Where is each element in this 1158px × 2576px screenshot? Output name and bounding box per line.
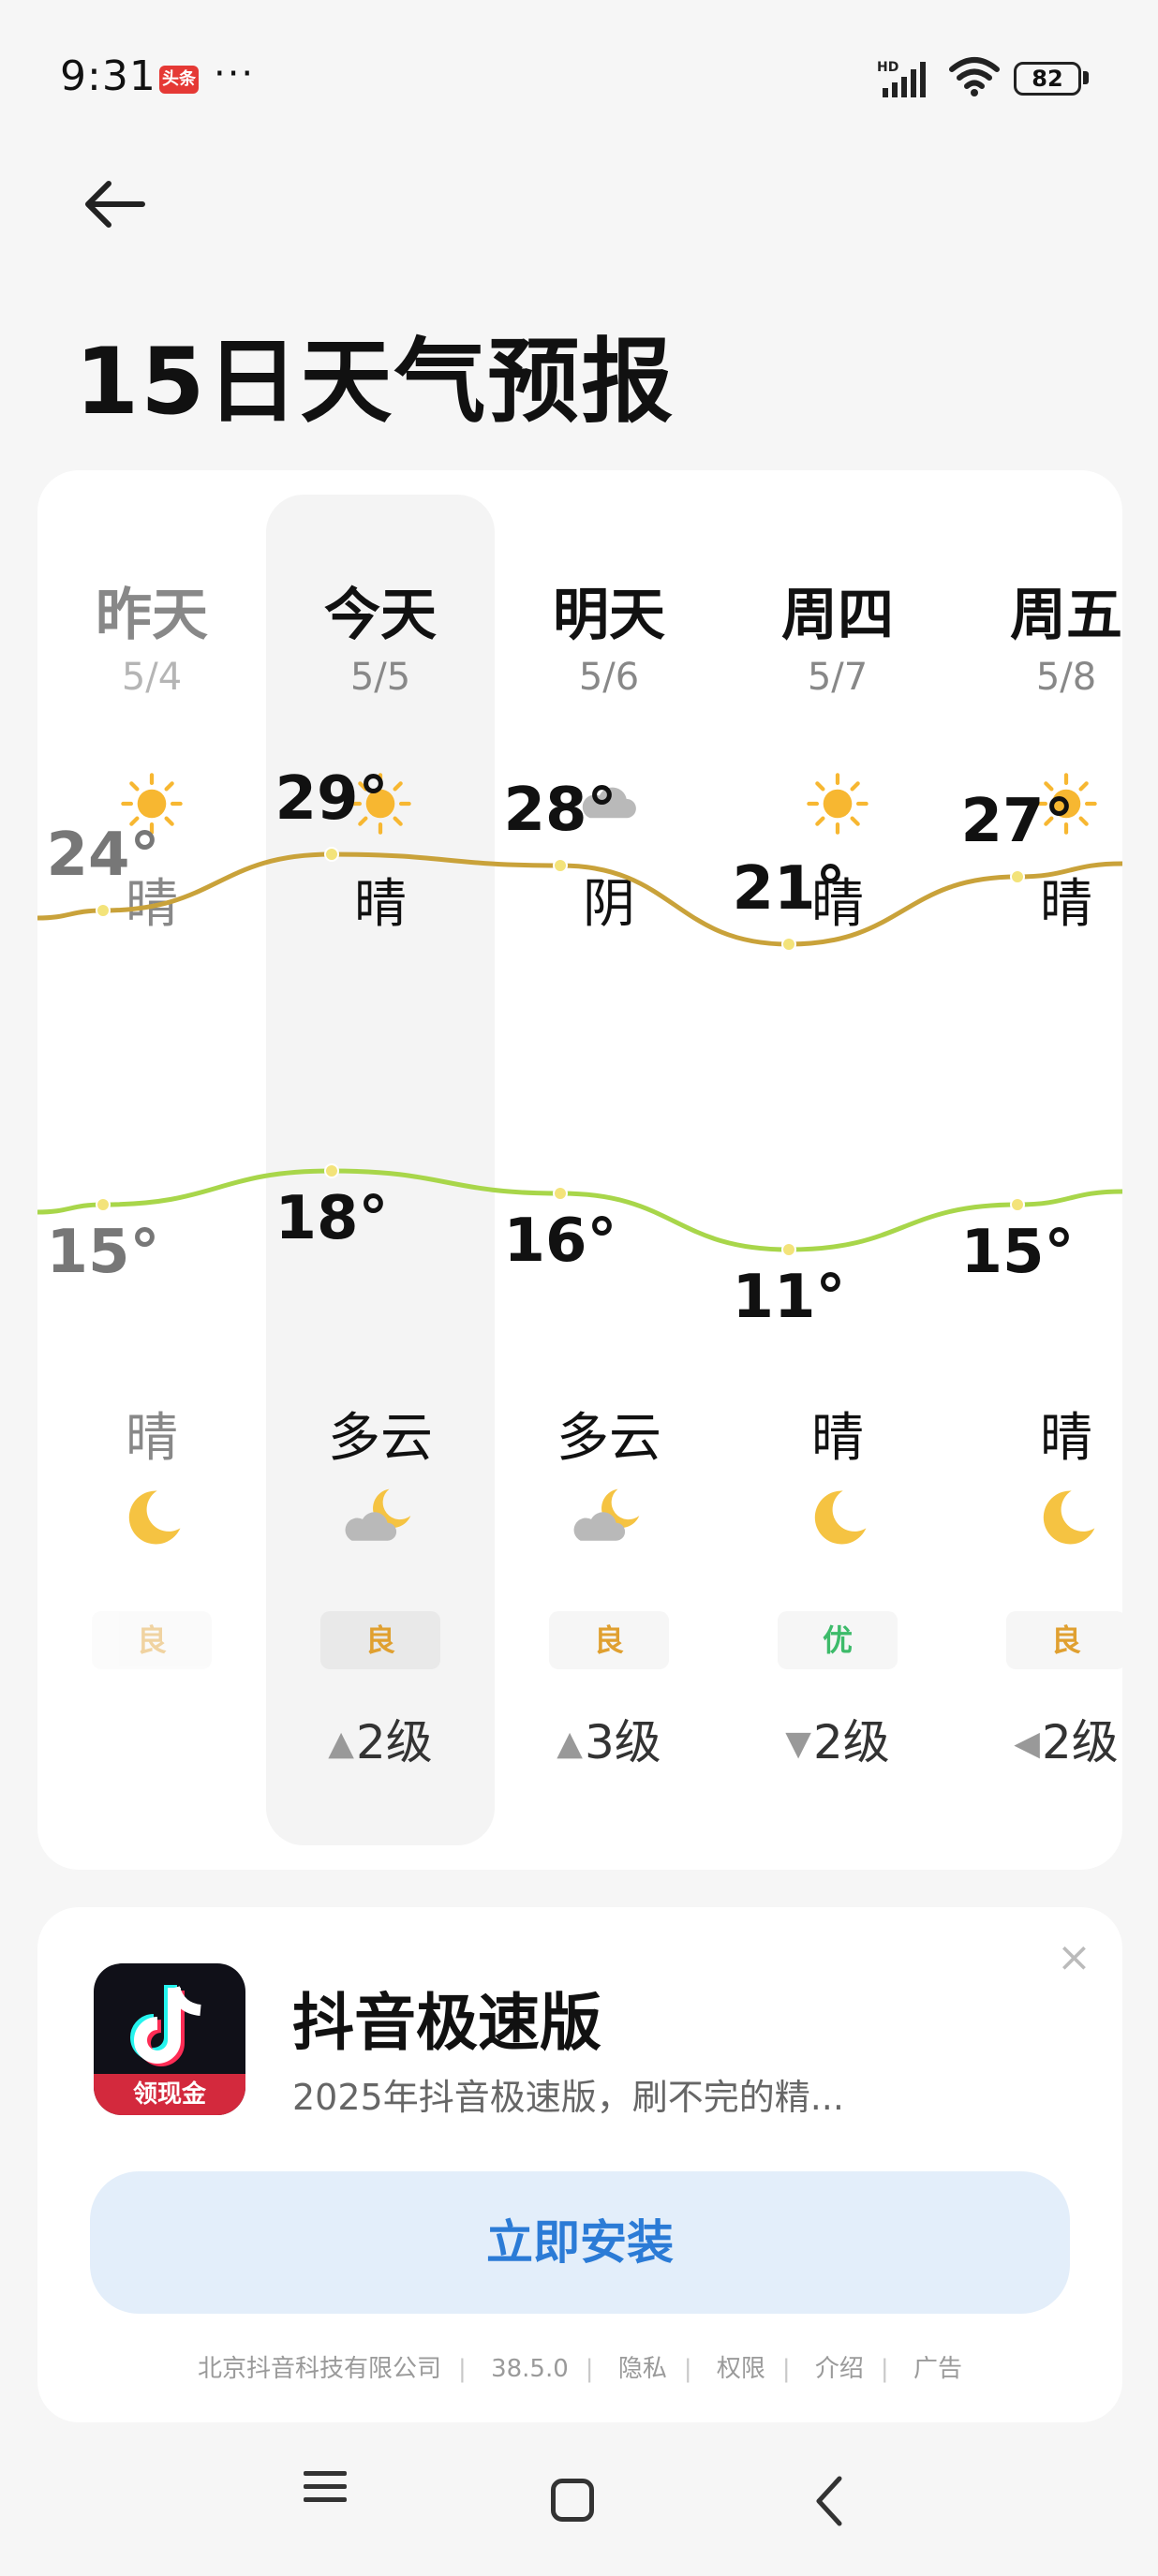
menu-nav-icon[interactable] [302,2464,349,2514]
low-temp-label: 15° [960,1218,1075,1287]
ad-app-name[interactable]: 抖音极速版 [292,1973,601,2063]
low-temp-label: 15° [46,1218,160,1287]
douyin-app-icon[interactable]: 领现金 [94,1963,245,2115]
high-temp-line-point [553,858,568,873]
high-temp-label: 21° [732,854,846,924]
hd-label: HD [877,60,898,75]
high-temp-line-point [324,847,339,862]
ad-footer: 北京抖音科技有限公司 | 38.5.0 | 隐私 | 权限 | 介绍 | 广告 [198,2355,962,2383]
ad-card[interactable]: 领现金 抖音极速版 2025年抖音极速版，刷不完的精... × 立即安装 北京抖… [37,1907,1122,2422]
high-temp-label: 29° [275,764,389,834]
low-temp-label: 16° [503,1207,617,1276]
battery-icon: 82 [1014,62,1081,96]
ad-privacy-link[interactable]: 隐私 [618,2355,667,2383]
install-button[interactable]: 立即安装 [90,2171,1070,2314]
home-nav-icon[interactable] [551,2479,594,2522]
status-time: 9:31 [60,52,156,100]
wifi-icon [948,56,1001,101]
ad-permissions-link[interactable]: 权限 [717,2355,765,2383]
low-temp-line-point [553,1186,568,1201]
high-temp-line-point [781,937,796,952]
battery-tip [1083,71,1089,84]
forecast-card[interactable]: 昨天 5/4 晴晴良今天 5/5 晴多云良 ▲2级 明天 5/6 阴多云良 ▲3级 周四 5/7 晴晴优… [37,470,1122,1870]
ad-label: 广告 [913,2355,962,2383]
news-app-badge: 头条 [159,66,199,94]
more-notifications: ··· [214,52,256,96]
ad-intro-link[interactable]: 介绍 [815,2355,864,2383]
low-temp-line-point [1010,1197,1025,1212]
high-temp-line-point [1010,869,1025,884]
low-temp-line-point [96,1197,111,1212]
high-temp-line-point [96,903,111,918]
ad-company: 北京抖音科技有限公司 [198,2355,442,2383]
temperature-curves [37,847,1122,1257]
close-icon[interactable]: × [1057,1933,1091,1981]
ad-description: 2025年抖音极速版，刷不完的精... [292,2077,844,2118]
status-bar: 9:31 头条 ··· HD 82 [0,0,1158,159]
back-nav-icon[interactable] [811,2473,849,2533]
high-temp-label: 24° [46,821,160,890]
ad-icon-badge: 领现金 [94,2074,245,2115]
low-temp-label: 11° [732,1263,846,1332]
high-temp-label: 27° [960,787,1075,856]
page-title: 15日天气预报 [75,329,676,436]
high-temp-line [37,851,1122,947]
ad-version: 38.5.0 [491,2355,569,2383]
signal-icon: HD [877,58,935,103]
low-temp-line-point [781,1242,796,1257]
back-arrow-icon[interactable] [81,178,148,234]
low-temp-line-point [324,1163,339,1178]
high-temp-label: 28° [503,776,617,845]
low-temp-label: 18° [275,1184,389,1253]
